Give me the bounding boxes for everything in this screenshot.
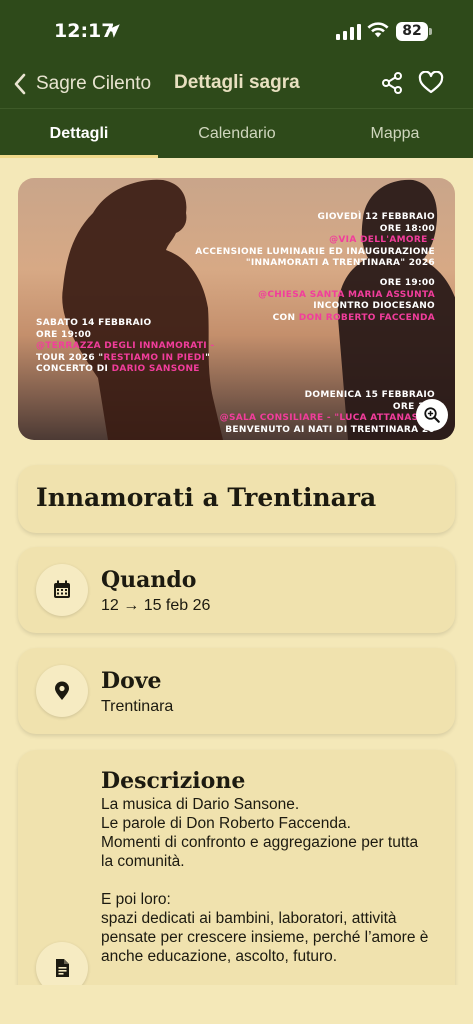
poster-text: " — [205, 352, 211, 363]
poster-event-1: GIOVEDÌ 12 FEBBRAIO ORE 18:00 @VIA DELL'… — [195, 212, 435, 270]
event-poster[interactable]: GIOVEDÌ 12 FEBBRAIO ORE 18:00 @VIA DELL'… — [18, 178, 455, 440]
calendar-icon — [54, 580, 70, 598]
map-pin-icon — [55, 681, 69, 700]
poster-text: @CHIESA SANTA MARIA ASSUNTA — [258, 289, 435, 300]
zoom-button[interactable] — [416, 399, 448, 431]
back-button[interactable]: Sagre Cilento — [12, 70, 151, 98]
poster-text: INCONTRO DIOCESANO — [313, 301, 435, 311]
poster-text: DARIO SANSONE — [111, 364, 200, 374]
when-card: Quando 12 → 15 feb 26 — [18, 547, 455, 633]
poster-text: ORE 17: — [392, 401, 435, 412]
location-arrow-icon — [106, 24, 120, 38]
where-icon-badge — [36, 665, 88, 717]
poster-text: "INNAMORATI A TRENTINARA" 2026 — [245, 258, 435, 268]
nav-bar: Sagre Cilento Dettagli sagra — [0, 60, 473, 108]
poster-text: SABATO 14 FEBBRAIO — [36, 318, 152, 328]
poster-text: GIOVEDÌ 12 FEBBRAIO — [317, 212, 435, 222]
when-label: Quando — [101, 567, 197, 593]
signal-icon — [336, 24, 361, 40]
back-label: Sagre Cilento — [36, 73, 152, 94]
page-title: Dettagli sagra — [174, 72, 300, 93]
where-value: Trentinara — [101, 698, 174, 715]
battery-tip — [429, 28, 432, 35]
poster-text: DOMENICA 15 FEBBRAIO — [304, 390, 435, 400]
poster-text: RESTIAMO IN PIEDI — [103, 352, 206, 363]
poster-event-3: SABATO 14 FEBBRAIO ORE 19:00 @TERRAZZA D… — [36, 318, 214, 376]
tab-mappa[interactable]: Mappa — [316, 109, 473, 159]
active-tab-indicator — [0, 155, 158, 158]
status-bar: 12:17 82 — [0, 0, 473, 60]
poster-event-4: DOMENICA 15 FEBBRAIO ORE 17: @SALA CONSI… — [220, 390, 435, 436]
description-card: Descrizione La musica di Dario Sansone. … — [18, 750, 455, 1024]
poster-text: ACCENSIONE LUMINARIE ED INAUGURAZIONE — [195, 246, 435, 257]
event-name: Innamorati a Trentinara — [36, 483, 377, 512]
when-value: 12 → 15 feb 26 — [101, 597, 211, 614]
heart-icon[interactable] — [418, 71, 444, 95]
poster-text: CON — [272, 312, 296, 323]
zoom-in-icon — [424, 407, 440, 423]
tab-dettagli[interactable]: Dettagli — [0, 109, 158, 159]
poster-text: TOUR 2026 " — [36, 352, 104, 363]
battery-indicator: 82 — [396, 22, 428, 41]
chevron-left-icon — [14, 73, 26, 95]
share-icon[interactable] — [380, 71, 404, 95]
poster-text: @VIA DELL'AMORE - — [329, 235, 435, 245]
app-header: 12:17 82 Sagre Cilento Dettagli sagra De… — [0, 0, 473, 158]
poster-text: ORE 19:00 — [36, 329, 92, 340]
event-title-card: Innamorati a Trentinara — [18, 465, 455, 533]
description-label: Descrizione — [101, 768, 246, 794]
when-icon-badge — [36, 564, 88, 616]
poster-text: ORE 18:00 — [379, 223, 435, 234]
tab-bar: Dettagli Calendario Mappa — [0, 108, 473, 158]
poster-text: ORE 19:00 — [379, 278, 435, 288]
tab-calendario[interactable]: Calendario — [158, 109, 316, 159]
poster-text: DON ROBERTO FACCENDA — [298, 312, 435, 323]
description-text: La musica di Dario Sansone. Le parole di… — [101, 796, 429, 965]
document-icon — [56, 959, 69, 977]
poster-text: BENVENUTO AI NATI DI TRENTINARA 20 — [225, 424, 435, 435]
where-card[interactable]: Dove Trentinara — [18, 648, 455, 734]
bottom-area — [0, 985, 473, 1024]
poster-text: @TERRAZZA DEGLI INNAMORATI - — [36, 341, 215, 351]
poster-text: CONCERTO DI — [36, 364, 109, 374]
poster-event-2: ORE 19:00 @CHIESA SANTA MARIA ASSUNTA IN… — [258, 278, 435, 324]
poster-text: @SALA CONSILIARE - "LUCA ATTANASIO" — [219, 413, 435, 423]
where-label: Dove — [101, 668, 162, 694]
wifi-icon — [367, 22, 389, 38]
